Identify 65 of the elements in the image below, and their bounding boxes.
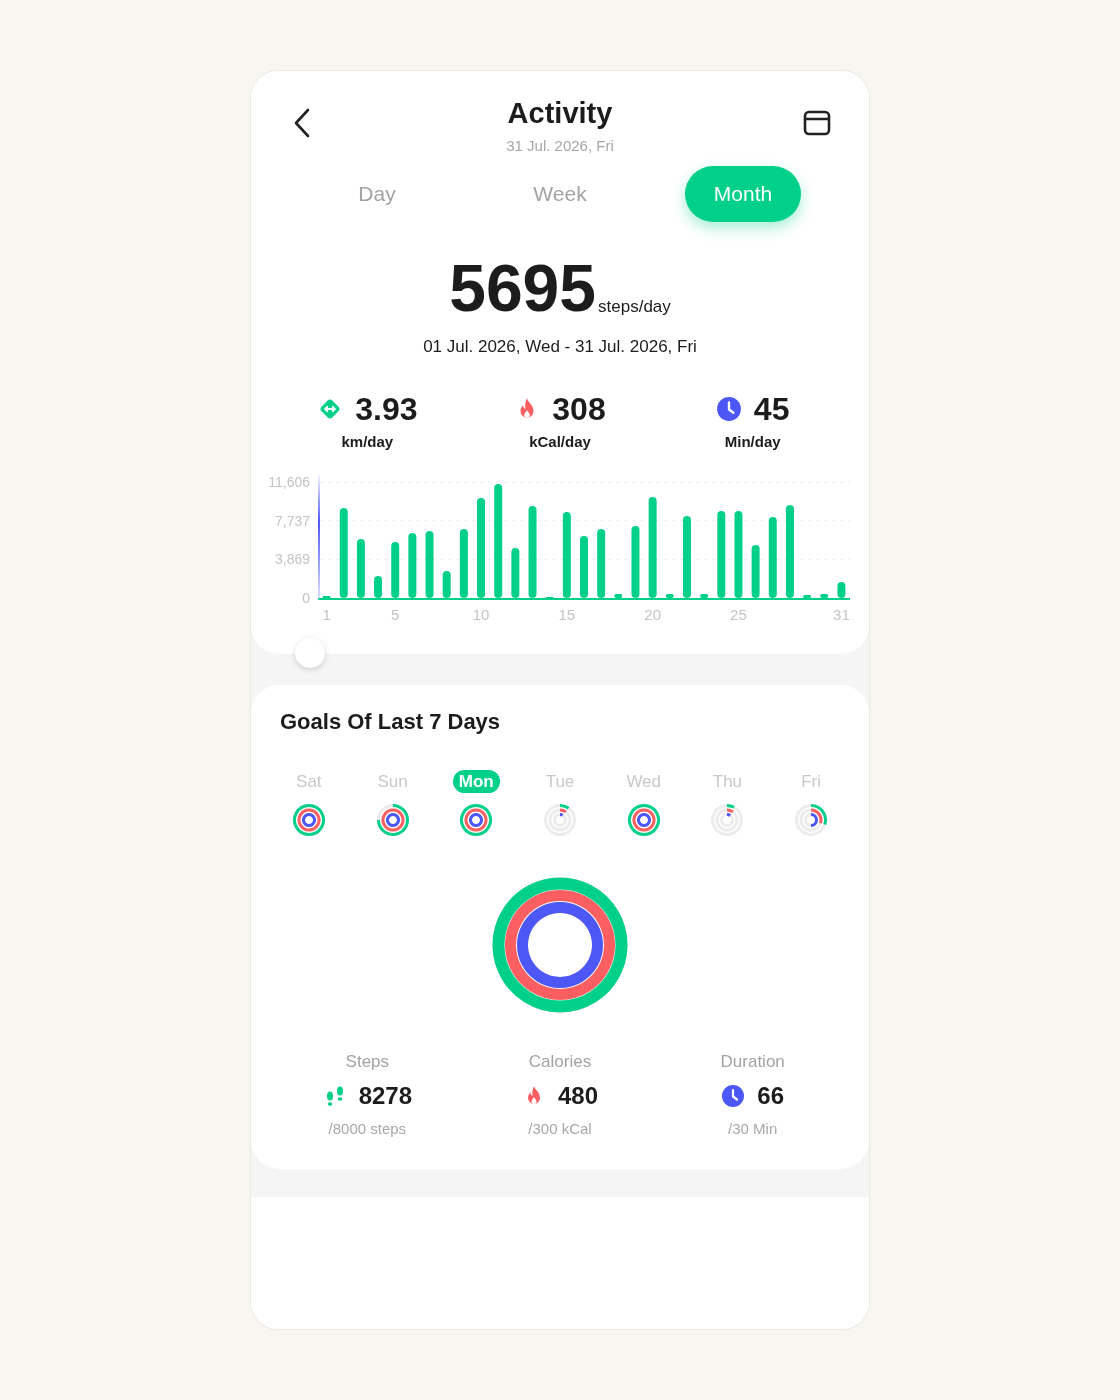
bar [391,541,400,598]
y-tick-label: 0 [302,589,310,606]
page-date: 31 Jul. 2026, Fri [506,136,614,156]
clock-icon [721,1084,746,1108]
x-tick-label: 15 [558,605,576,623]
goal-rings-icon [375,802,410,837]
steps-unit: steps/day [598,296,671,318]
stat-value: 45 [753,391,790,427]
bar [597,528,606,598]
period-tab[interactable]: Month [685,165,801,222]
goal-value: 8278 [358,1081,412,1111]
bar [442,570,451,598]
date-range: 01 Jul. 2026, Wed - 31 Jul. 2026, Fri [423,335,697,358]
bar [580,535,588,598]
bar [425,530,434,598]
x-tick-label: 20 [644,605,661,623]
y-tick-label: 3,869 [274,550,310,567]
bar [408,532,417,598]
bar [665,593,674,598]
goal-value: 66 [757,1081,784,1111]
bar [356,538,365,598]
goal-rings-icon [710,802,745,837]
x-tick-label: 31 [833,605,850,623]
y-tick-label: 11,606 [268,473,310,490]
goal-target: /8000 steps [328,1119,407,1139]
goal-label: Duration [720,1050,785,1073]
bar [511,547,520,598]
x-tick-label: 5 [391,605,400,623]
goal-rings-icon [626,802,661,837]
clock-icon [715,396,742,422]
bar [322,595,331,598]
y-tick-label: 7,737 [274,512,310,529]
window-icon [803,109,831,137]
steps-average: 5695 [449,257,597,318]
bar [700,593,709,598]
goal-target: /300 kCal [528,1119,592,1139]
stat-unit: km/day [341,432,394,452]
goal-label: Calories [528,1050,592,1073]
goal-rings-icon [794,802,829,837]
goal-rings-icon [291,802,326,837]
stat-value: 308 [552,391,606,427]
section-title: Goals Of Last 7 Days [279,707,502,736]
bar [614,593,623,598]
goal-rings-icon [459,802,494,837]
bar [751,544,760,598]
bar [374,575,383,598]
day-label[interactable]: Mon [452,769,500,793]
x-tick-label: 25 [730,605,747,623]
period-tab[interactable]: Week [502,165,618,222]
stat-unit: Min/day [724,432,781,452]
slider-handle[interactable] [295,637,325,668]
x-tick-label: 10 [472,605,490,623]
goal-target: /30 Min [728,1119,778,1139]
stat-value: 3.93 [355,391,418,427]
goal-label: Steps [345,1050,390,1073]
bar [837,581,846,598]
bar [459,528,468,598]
bar [820,593,829,598]
period-tab[interactable]: Day [319,165,435,222]
x-tick-label: 1 [322,605,331,623]
page-title: Activity [507,96,613,131]
bar [803,594,812,598]
goal-rings-icon [543,802,577,837]
stat-unit: kCal/day [529,432,591,452]
goal-value: 480 [557,1081,598,1111]
